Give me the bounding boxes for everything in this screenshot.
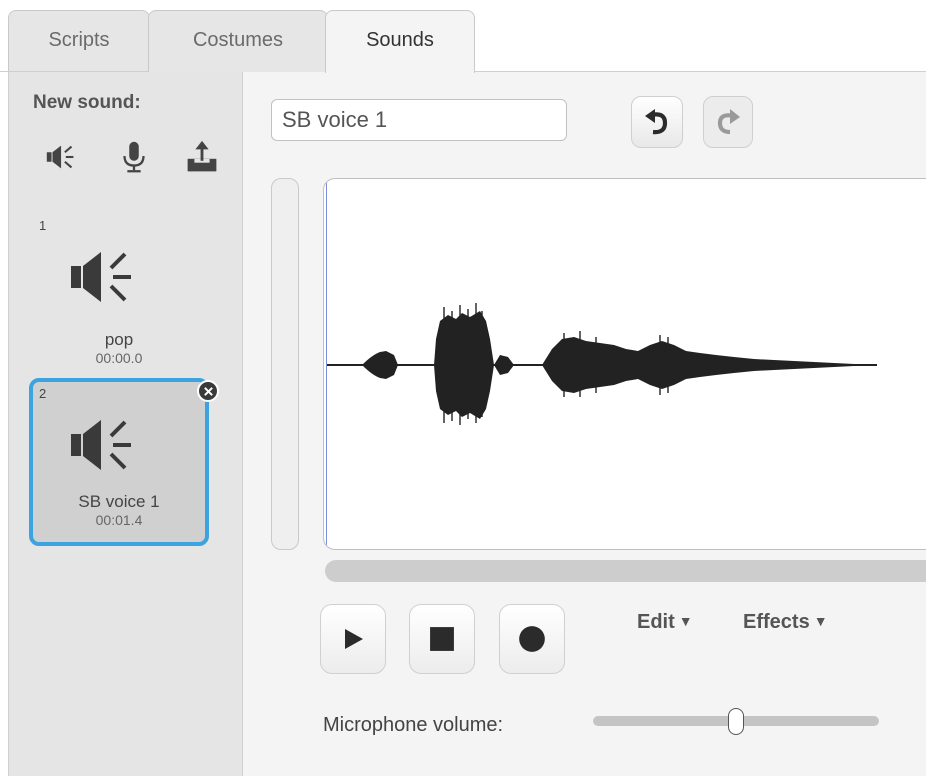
- chevron-down-icon: ▼: [813, 613, 828, 629]
- redo-button[interactable]: [703, 96, 753, 148]
- waveform-scrollbar[interactable]: [325, 560, 926, 582]
- sound-duration: 00:00.0: [95, 350, 143, 366]
- sound-name: pop: [104, 330, 134, 349]
- selection-volume-track[interactable]: [271, 178, 299, 550]
- microphone-volume-slider[interactable]: [593, 708, 879, 735]
- sound-number: 2: [39, 386, 47, 401]
- sound-editor: Edit▼ Effects▼ Microphone volume:: [243, 72, 926, 776]
- speaker-icon: [67, 240, 147, 312]
- stop-icon: [430, 627, 454, 651]
- playhead: [326, 179, 327, 549]
- undo-icon: [645, 109, 668, 135]
- tab-scripts[interactable]: Scripts: [8, 10, 150, 72]
- undo-button[interactable]: [631, 96, 683, 148]
- edit-menu-label: Edit: [637, 611, 675, 633]
- redo-icon: [717, 109, 740, 135]
- sound-item-pop[interactable]: 1 pop 00:00.0: [29, 210, 209, 378]
- sound-number: 1: [39, 218, 47, 233]
- speaker-icon: [67, 408, 147, 480]
- delete-sound-button[interactable]: [197, 380, 219, 402]
- tab-sounds[interactable]: Sounds: [325, 10, 475, 73]
- waveform-display[interactable]: [323, 178, 926, 550]
- tab-costumes[interactable]: Costumes: [148, 10, 328, 72]
- new-sound-label: New sound:: [33, 92, 141, 113]
- play-icon: [345, 629, 363, 649]
- stop-button[interactable]: [409, 604, 475, 674]
- waveform: [326, 303, 877, 425]
- tab-strip: Scripts Costumes Sounds: [0, 0, 926, 73]
- sound-duration: 00:01.4: [95, 512, 143, 528]
- close-icon: [203, 386, 213, 396]
- chevron-down-icon: ▼: [678, 613, 693, 629]
- play-button[interactable]: [320, 604, 386, 674]
- microphone-volume-label: Microphone volume:: [323, 714, 504, 736]
- sound-list-pane: New sound: 1 pop 00:00.0 2 SB voice 1 00…: [8, 72, 243, 776]
- sound-name-input[interactable]: [271, 99, 567, 141]
- effects-menu-label: Effects: [743, 611, 810, 633]
- effects-menu-button[interactable]: Effects ▼: [743, 611, 828, 634]
- microphone-icon[interactable]: [115, 138, 153, 176]
- edit-menu-button[interactable]: Edit ▼: [637, 611, 693, 634]
- slider-thumb[interactable]: [728, 708, 744, 735]
- record-button[interactable]: [499, 604, 565, 674]
- sound-name: SB voice 1: [78, 492, 160, 511]
- record-icon: [519, 626, 545, 652]
- upload-icon[interactable]: [183, 138, 221, 176]
- sound-item-sb-voice-1[interactable]: 2 SB voice 1 00:01.4: [29, 378, 219, 546]
- choose-sound-from-library-icon[interactable]: [43, 138, 81, 176]
